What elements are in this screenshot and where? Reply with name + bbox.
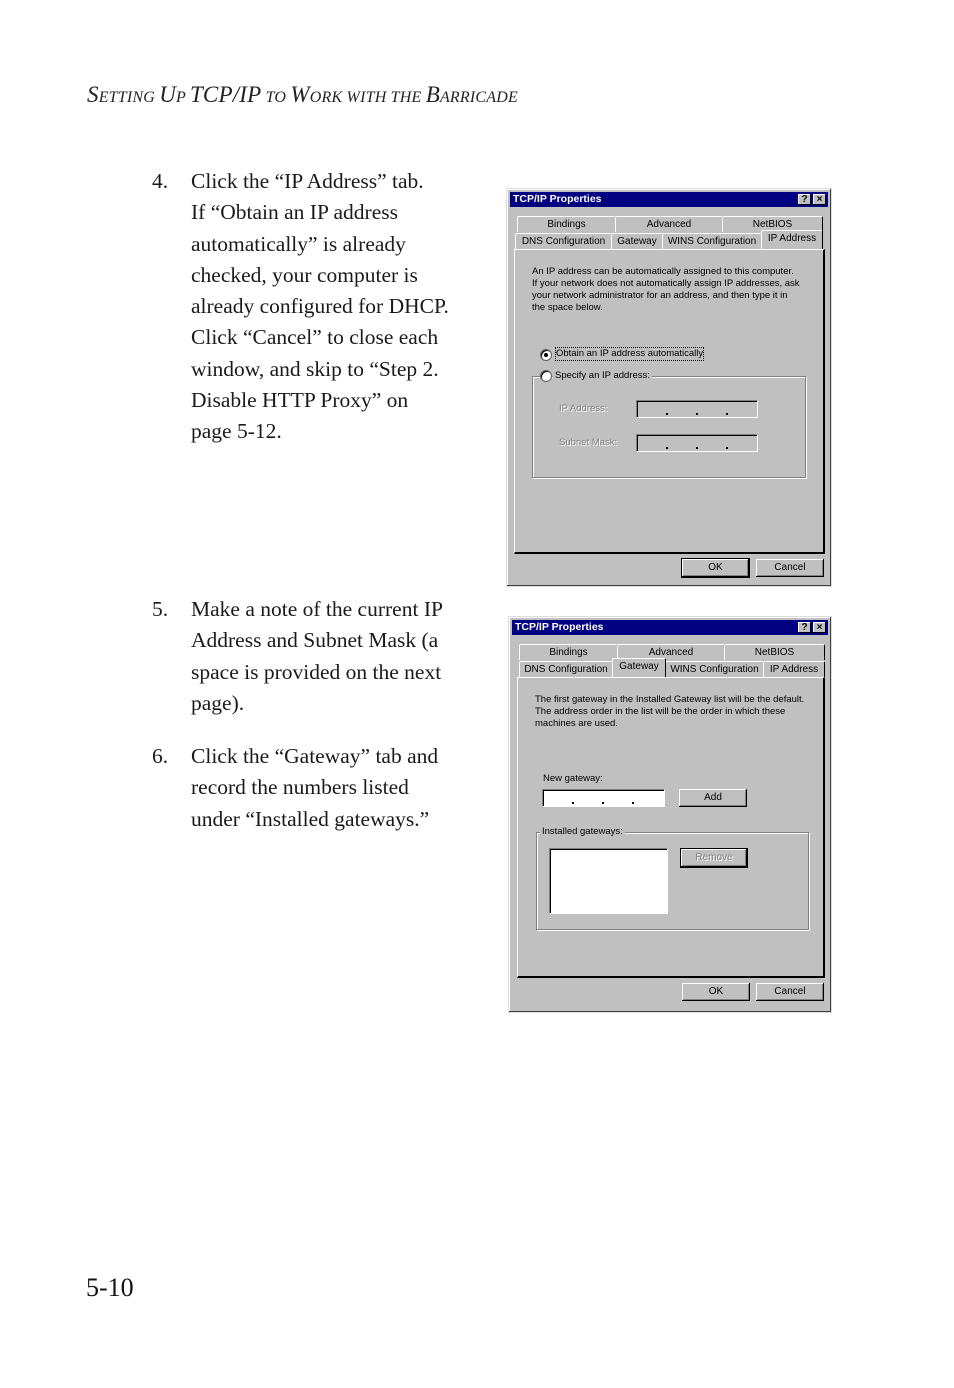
step-number: 6. bbox=[152, 744, 169, 768]
rh-part: B bbox=[425, 82, 440, 107]
dialog-title: TCP/IP Properties bbox=[515, 621, 604, 633]
help-icon[interactable]: ? bbox=[798, 194, 811, 205]
title-bar: TCP/IP Properties ? × bbox=[510, 192, 828, 207]
tab-netbios[interactable]: NetBIOS bbox=[724, 644, 825, 660]
cancel-button[interactable]: Cancel bbox=[756, 559, 824, 577]
obtain-ip-radio[interactable] bbox=[540, 349, 552, 361]
subnet-mask-field[interactable] bbox=[636, 434, 758, 452]
octet-separator bbox=[572, 802, 574, 804]
rh-part: W bbox=[290, 82, 310, 107]
rh-part: ork with the bbox=[309, 89, 426, 106]
tab-advanced[interactable]: Advanced bbox=[615, 216, 723, 232]
close-icon[interactable]: × bbox=[813, 194, 826, 205]
tab-bindings[interactable]: Bindings bbox=[519, 644, 618, 660]
rh-part: p bbox=[176, 89, 190, 106]
subnet-mask-label: Subnet Mask: bbox=[559, 437, 618, 448]
octet-separator bbox=[666, 447, 668, 449]
specify-ip-radio[interactable] bbox=[540, 370, 552, 382]
tab-wins-configuration[interactable]: WINS Configuration bbox=[665, 661, 764, 677]
octet-separator bbox=[632, 802, 634, 804]
new-gateway-field[interactable] bbox=[542, 789, 665, 807]
octet-separator bbox=[696, 447, 698, 449]
rh-part: to bbox=[261, 89, 291, 106]
octet-separator bbox=[726, 413, 728, 415]
installed-gateways-list[interactable] bbox=[549, 848, 668, 914]
close-icon[interactable]: × bbox=[813, 622, 826, 633]
rh-part: TCP/IP bbox=[189, 82, 262, 107]
page-number: 5-10 bbox=[86, 1273, 134, 1302]
octet-separator bbox=[696, 413, 698, 415]
cancel-button[interactable]: Cancel bbox=[756, 983, 824, 1001]
gateway-description: The first gateway in the Installed Gatew… bbox=[535, 694, 805, 729]
new-gateway-label: New gateway: bbox=[543, 773, 603, 784]
ip-address-label: IP Address: bbox=[559, 403, 608, 414]
tab-dns-configuration[interactable]: DNS Configuration bbox=[515, 233, 612, 249]
step-text: Click the “Gateway” tab and record the n… bbox=[191, 744, 439, 831]
specify-ip-label[interactable]: Specify an IP address: bbox=[553, 370, 652, 381]
tab-bindings[interactable]: Bindings bbox=[517, 216, 616, 232]
tcpip-properties-dialog-ip: TCP/IP Properties ? × Bindings Advanced … bbox=[506, 188, 832, 587]
remove-button[interactable]: Remove bbox=[680, 848, 748, 868]
rh-part: S bbox=[87, 82, 99, 107]
help-icon[interactable]: ? bbox=[798, 622, 811, 633]
tcpip-properties-dialog-gateway: TCP/IP Properties ? × Bindings Advanced … bbox=[508, 616, 832, 1013]
ip-address-field[interactable] bbox=[636, 400, 758, 418]
ip-description: An IP address can be automatically assig… bbox=[532, 266, 800, 313]
step-text: Make a note of the current IP Address an… bbox=[191, 597, 443, 715]
tab-wins-configuration[interactable]: WINS Configuration bbox=[662, 233, 762, 249]
running-head: Setting Up TCP/IP to Work with the Barri… bbox=[87, 82, 518, 108]
rh-part: etting bbox=[98, 89, 160, 106]
obtain-ip-label[interactable]: Obtain an IP address automatically bbox=[554, 347, 705, 361]
tab-gateway[interactable]: Gateway bbox=[611, 233, 663, 249]
specify-ip-group bbox=[532, 376, 806, 478]
dialog-title: TCP/IP Properties bbox=[513, 193, 602, 205]
installed-gateways-label: Installed gateways: bbox=[540, 826, 625, 837]
octet-separator bbox=[602, 802, 604, 804]
octet-separator bbox=[726, 447, 728, 449]
ok-button[interactable]: OK bbox=[682, 983, 750, 1001]
tab-ip-address[interactable]: IP Address bbox=[761, 230, 823, 249]
rh-part: U bbox=[159, 82, 177, 107]
step-number: 5. bbox=[152, 597, 169, 621]
title-bar: TCP/IP Properties ? × bbox=[512, 620, 828, 635]
tab-dns-configuration[interactable]: DNS Configuration bbox=[519, 661, 613, 677]
step-text: Click the “IP Address” tab. If “Obtain a… bbox=[191, 169, 449, 444]
tab-panel-ip-address: An IP address can be automatically assig… bbox=[514, 249, 825, 554]
obtain-ip-text: Obtain an IP address automatically bbox=[556, 348, 704, 359]
rh-part: arricade bbox=[439, 89, 518, 106]
octet-separator bbox=[666, 413, 668, 415]
tab-panel-gateway: The first gateway in the Installed Gatew… bbox=[517, 677, 825, 978]
step-number: 4. bbox=[152, 169, 169, 193]
tab-ip-address[interactable]: IP Address bbox=[763, 661, 825, 677]
ok-button[interactable]: OK bbox=[681, 558, 750, 578]
tab-gateway[interactable]: Gateway bbox=[612, 658, 666, 677]
add-button[interactable]: Add bbox=[679, 789, 747, 807]
